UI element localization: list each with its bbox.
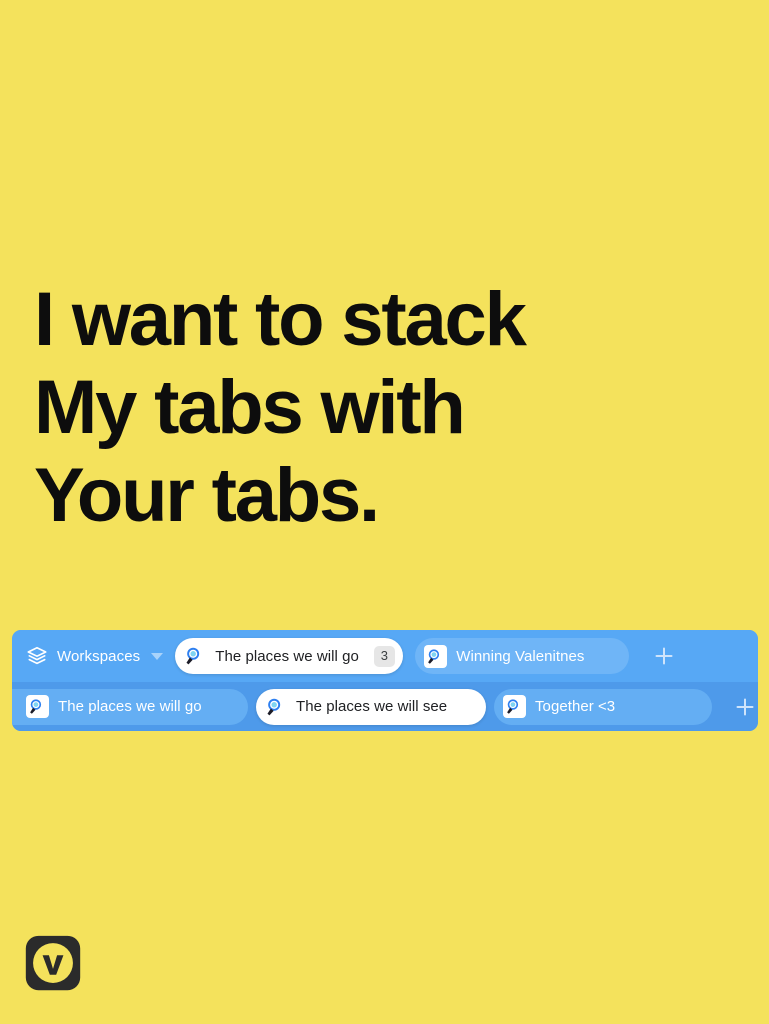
tab-row2-item-1[interactable]: The places we will go bbox=[12, 688, 248, 725]
new-tab-button-row2[interactable] bbox=[728, 690, 758, 724]
tab-row2-item-3[interactable]: Together <3 bbox=[494, 688, 712, 725]
tab-row2-item-2[interactable]: The places we will see bbox=[256, 688, 486, 725]
tab-row-secondary: The places we will go The places we will… bbox=[12, 682, 758, 731]
workspaces-button[interactable]: Workspaces bbox=[24, 639, 167, 673]
tab-title: The places we will go bbox=[215, 647, 359, 665]
headline-line-3: Your tabs. bbox=[34, 453, 380, 538]
vivaldi-logo bbox=[25, 935, 81, 991]
tab-title: The places we will go bbox=[58, 698, 202, 715]
headline-line-2: My tabs with bbox=[34, 365, 466, 450]
tab-row-primary: Workspaces The places we will go 3 Winni… bbox=[12, 630, 758, 682]
tab-title: The places we will see bbox=[296, 698, 448, 715]
new-tab-button-row1[interactable] bbox=[647, 639, 681, 673]
tab-row1-item-1[interactable]: The places we will go 3 bbox=[175, 638, 404, 674]
tab-row1-item-2[interactable]: Winning Valenitnes bbox=[415, 638, 630, 674]
magnifier-search-icon bbox=[26, 695, 49, 718]
tab-stack-count-badge: 3 bbox=[373, 645, 395, 667]
tab-title: Winning Valenitnes bbox=[456, 647, 585, 665]
chevron-down-icon[interactable] bbox=[151, 652, 164, 660]
magnifier-search-icon bbox=[267, 698, 281, 715]
headline-line-1: I want to stack bbox=[34, 277, 527, 362]
page-title: I want to stack My tabs with Your tabs. bbox=[34, 276, 674, 540]
workspaces-label: Workspaces bbox=[57, 647, 141, 665]
magnifier-search-icon bbox=[503, 695, 526, 718]
tab-title: Together <3 bbox=[535, 698, 616, 715]
magnifier-search-icon bbox=[186, 647, 200, 665]
tab-bar-panel: Workspaces The places we will go 3 Winni… bbox=[12, 630, 758, 731]
stack-layers-icon bbox=[27, 646, 47, 665]
magnifier-search-icon bbox=[424, 644, 448, 668]
